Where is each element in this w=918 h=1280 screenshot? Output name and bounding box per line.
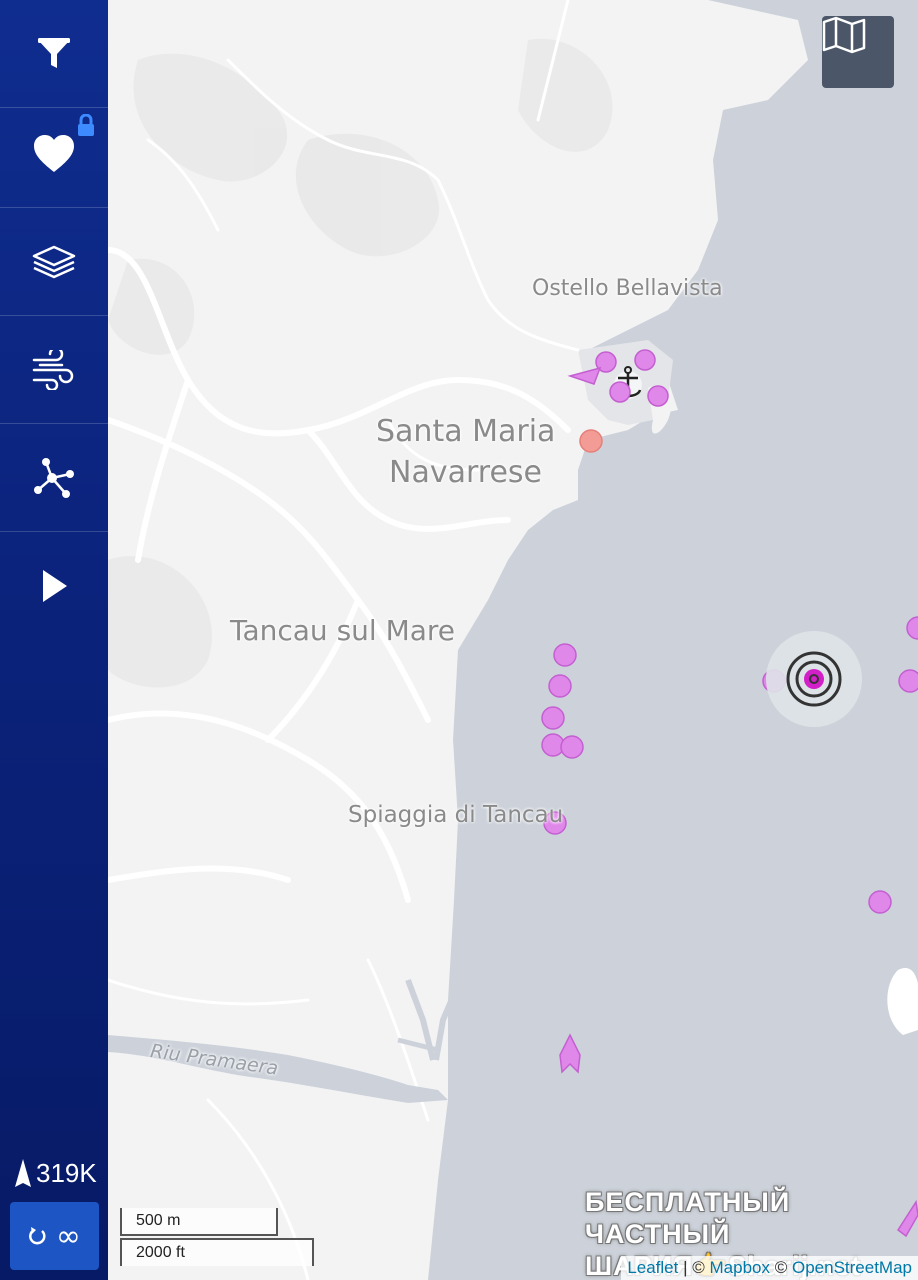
map-style-button[interactable]	[822, 16, 894, 88]
sidebar: 319K ∞	[0, 0, 108, 1280]
refresh-value: ∞	[56, 1218, 81, 1254]
heart-icon	[34, 134, 74, 172]
openstreetmap-link[interactable]: OpenStreetMap	[792, 1258, 912, 1277]
scale-bar: 500 m 2000 ft	[120, 1208, 314, 1266]
sidebar-item-weather[interactable]	[0, 316, 108, 424]
ship-icon	[15, 1158, 31, 1187]
place-label-ostello: Ostello Bellavista	[532, 276, 723, 301]
lock-icon	[78, 114, 94, 136]
vessel-marker-red[interactable]	[579, 429, 603, 453]
sidebar-item-playback[interactable]	[0, 532, 108, 640]
place-label-spiaggia: Spiaggia di Tancau	[348, 802, 564, 828]
layers-icon	[32, 245, 76, 278]
watermark-line1: БЕСПЛАТНЫЙ ЧАСТНЫЙ	[585, 1187, 791, 1249]
place-label-navarrese: Navarrese	[389, 455, 542, 490]
vessel-count-value: 319K	[36, 1158, 97, 1188]
leaflet-link[interactable]: Leaflet	[627, 1258, 678, 1277]
attribution-separator-2: ©	[774, 1258, 788, 1277]
selected-vessel[interactable]	[766, 631, 862, 727]
map-attribution: Leaflet | © Mapbox © OpenStreetMap	[621, 1256, 918, 1280]
scale-metric: 500 m	[120, 1208, 278, 1236]
map-icon	[822, 16, 866, 54]
refresh-icon	[29, 1227, 46, 1245]
sidebar-item-network[interactable]	[0, 424, 108, 532]
mapbox-link[interactable]: Mapbox	[710, 1258, 770, 1277]
attribution-separator: | ©	[683, 1258, 705, 1277]
place-label-tancau: Tancau sul Mare	[230, 614, 456, 647]
wind-icon	[32, 349, 74, 390]
scale-imperial: 2000 ft	[120, 1238, 314, 1266]
map[interactable]: Ostello Bellavista Santa Maria Navarrese…	[108, 0, 918, 1280]
refresh-button[interactable]: ∞	[10, 1202, 99, 1270]
filter-icon	[38, 37, 70, 68]
sidebar-item-layers[interactable]	[0, 208, 108, 316]
network-icon	[34, 457, 74, 498]
play-icon	[43, 570, 67, 602]
sidebar-item-filter[interactable]	[0, 0, 108, 108]
place-label-santa-maria: Santa Maria	[376, 414, 556, 449]
vessel-count: 319K	[14, 1158, 97, 1189]
